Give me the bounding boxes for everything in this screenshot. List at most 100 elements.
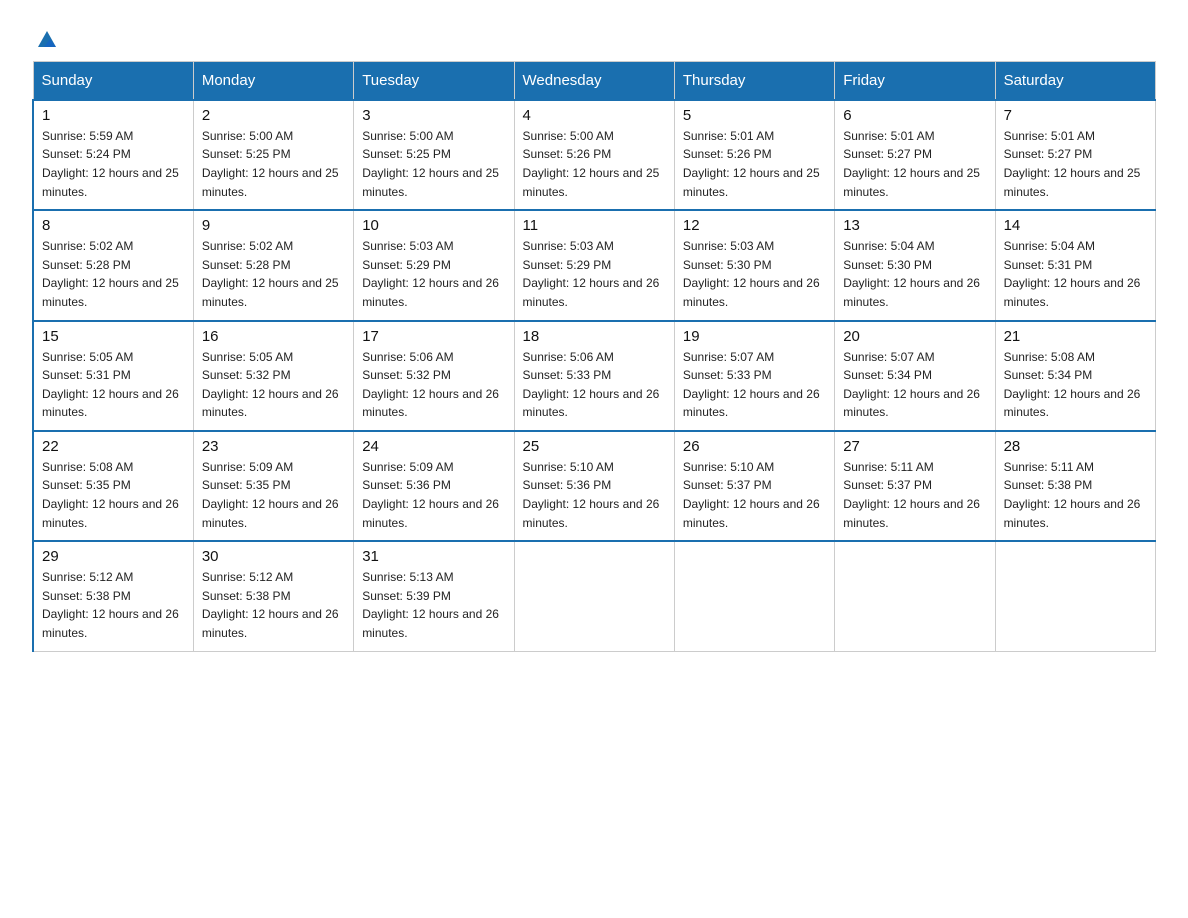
calendar-cell: 25Sunrise: 5:10 AMSunset: 5:36 PMDayligh… (514, 431, 674, 541)
day-info: Sunrise: 5:07 AMSunset: 5:34 PMDaylight:… (843, 350, 980, 420)
weekday-header-row: SundayMondayTuesdayWednesdayThursdayFrid… (33, 61, 1156, 100)
day-number: 8 (42, 217, 185, 234)
calendar-cell: 16 Sunrise: 5:05 AMSunset: 5:32 PMDayligh… (193, 321, 353, 431)
day-number: 22 (42, 438, 185, 455)
day-info: Sunrise: 5:03 AMSunset: 5:30 PMDaylight:… (683, 239, 820, 309)
day-number: 16 (202, 328, 345, 345)
calendar-cell: 13 Sunrise: 5:04 AMSunset: 5:30 PMDayligh… (835, 210, 995, 320)
day-number: 28 (1004, 438, 1147, 455)
calendar-cell: 14 Sunrise: 5:04 AMSunset: 5:31 PMDayligh… (995, 210, 1155, 320)
day-number: 23 (202, 438, 345, 455)
calendar-cell: 19 Sunrise: 5:07 AMSunset: 5:33 PMDayligh… (674, 321, 834, 431)
calendar-cell: 17Sunrise: 5:06 AMSunset: 5:32 PMDayligh… (354, 321, 514, 431)
calendar-cell: 28 Sunrise: 5:11 AMSunset: 5:38 PMDayligh… (995, 431, 1155, 541)
day-info: Sunrise: 5:59 AMSunset: 5:24 PMDaylight:… (42, 129, 179, 199)
calendar-cell: 30 Sunrise: 5:12 AMSunset: 5:38 PMDayligh… (193, 541, 353, 651)
day-info: Sunrise: 5:06 AMSunset: 5:32 PMDaylight:… (362, 350, 499, 420)
day-info: Sunrise: 5:00 AMSunset: 5:25 PMDaylight:… (362, 129, 499, 199)
day-number: 14 (1004, 217, 1147, 234)
day-info: Sunrise: 5:08 AMSunset: 5:34 PMDaylight:… (1004, 350, 1141, 420)
page-header (32, 24, 1156, 51)
calendar-cell: 6 Sunrise: 5:01 AMSunset: 5:27 PMDaylight… (835, 100, 995, 210)
weekday-header-thursday: Thursday (674, 61, 834, 100)
weekday-header-sunday: Sunday (33, 61, 193, 100)
calendar-cell: 18Sunrise: 5:06 AMSunset: 5:33 PMDayligh… (514, 321, 674, 431)
day-info: Sunrise: 5:05 AMSunset: 5:31 PMDaylight:… (42, 350, 179, 420)
week-row-5: 29 Sunrise: 5:12 AMSunset: 5:38 PMDayligh… (33, 541, 1156, 651)
day-info: Sunrise: 5:03 AMSunset: 5:29 PMDaylight:… (523, 239, 660, 309)
day-info: Sunrise: 5:08 AMSunset: 5:35 PMDaylight:… (42, 460, 179, 530)
day-number: 13 (843, 217, 986, 234)
calendar-cell: 9 Sunrise: 5:02 AMSunset: 5:28 PMDaylight… (193, 210, 353, 320)
day-number: 29 (42, 548, 185, 565)
week-row-1: 1 Sunrise: 5:59 AMSunset: 5:24 PMDaylight… (33, 100, 1156, 210)
week-row-2: 8 Sunrise: 5:02 AMSunset: 5:28 PMDaylight… (33, 210, 1156, 320)
calendar-cell (514, 541, 674, 651)
day-info: Sunrise: 5:01 AMSunset: 5:27 PMDaylight:… (1004, 129, 1141, 199)
calendar-cell: 5 Sunrise: 5:01 AMSunset: 5:26 PMDaylight… (674, 100, 834, 210)
weekday-header-wednesday: Wednesday (514, 61, 674, 100)
calendar-cell: 3 Sunrise: 5:00 AMSunset: 5:25 PMDaylight… (354, 100, 514, 210)
day-number: 7 (1004, 107, 1147, 124)
day-info: Sunrise: 5:04 AMSunset: 5:31 PMDaylight:… (1004, 239, 1141, 309)
day-number: 31 (362, 548, 505, 565)
day-info: Sunrise: 5:12 AMSunset: 5:38 PMDaylight:… (42, 570, 179, 640)
day-info: Sunrise: 5:04 AMSunset: 5:30 PMDaylight:… (843, 239, 980, 309)
calendar-cell (995, 541, 1155, 651)
day-info: Sunrise: 5:13 AMSunset: 5:39 PMDaylight:… (362, 570, 499, 640)
day-number: 4 (523, 107, 666, 124)
weekday-header-saturday: Saturday (995, 61, 1155, 100)
calendar-cell: 10Sunrise: 5:03 AMSunset: 5:29 PMDayligh… (354, 210, 514, 320)
day-number: 30 (202, 548, 345, 565)
day-number: 15 (42, 328, 185, 345)
calendar-cell: 20 Sunrise: 5:07 AMSunset: 5:34 PMDayligh… (835, 321, 995, 431)
calendar-cell (674, 541, 834, 651)
day-info: Sunrise: 5:11 AMSunset: 5:37 PMDaylight:… (843, 460, 980, 530)
day-info: Sunrise: 5:10 AMSunset: 5:36 PMDaylight:… (523, 460, 660, 530)
day-number: 10 (362, 217, 505, 234)
weekday-header-tuesday: Tuesday (354, 61, 514, 100)
calendar-cell: 31 Sunrise: 5:13 AMSunset: 5:39 PMDayligh… (354, 541, 514, 651)
calendar-cell: 7 Sunrise: 5:01 AMSunset: 5:27 PMDaylight… (995, 100, 1155, 210)
day-number: 19 (683, 328, 826, 345)
day-number: 5 (683, 107, 826, 124)
day-number: 3 (362, 107, 505, 124)
weekday-header-friday: Friday (835, 61, 995, 100)
calendar-cell: 29 Sunrise: 5:12 AMSunset: 5:38 PMDayligh… (33, 541, 193, 651)
day-number: 1 (42, 107, 185, 124)
day-info: Sunrise: 5:02 AMSunset: 5:28 PMDaylight:… (42, 239, 179, 309)
calendar-cell: 11 Sunrise: 5:03 AMSunset: 5:29 PMDayligh… (514, 210, 674, 320)
day-info: Sunrise: 5:07 AMSunset: 5:33 PMDaylight:… (683, 350, 820, 420)
day-number: 6 (843, 107, 986, 124)
calendar-cell: 12 Sunrise: 5:03 AMSunset: 5:30 PMDayligh… (674, 210, 834, 320)
calendar-cell: 15 Sunrise: 5:05 AMSunset: 5:31 PMDayligh… (33, 321, 193, 431)
calendar-cell: 1 Sunrise: 5:59 AMSunset: 5:24 PMDaylight… (33, 100, 193, 210)
day-info: Sunrise: 5:09 AMSunset: 5:35 PMDaylight:… (202, 460, 339, 530)
day-info: Sunrise: 5:00 AMSunset: 5:25 PMDaylight:… (202, 129, 339, 199)
day-number: 11 (523, 217, 666, 234)
day-number: 18 (523, 328, 666, 345)
calendar-table: SundayMondayTuesdayWednesdayThursdayFrid… (32, 61, 1156, 652)
day-info: Sunrise: 5:00 AMSunset: 5:26 PMDaylight:… (523, 129, 660, 199)
calendar-cell: 24Sunrise: 5:09 AMSunset: 5:36 PMDayligh… (354, 431, 514, 541)
week-row-4: 22 Sunrise: 5:08 AMSunset: 5:35 PMDayligh… (33, 431, 1156, 541)
logo (32, 24, 58, 51)
day-number: 20 (843, 328, 986, 345)
day-info: Sunrise: 5:01 AMSunset: 5:26 PMDaylight:… (683, 129, 820, 199)
calendar-cell: 21 Sunrise: 5:08 AMSunset: 5:34 PMDayligh… (995, 321, 1155, 431)
calendar-cell: 22 Sunrise: 5:08 AMSunset: 5:35 PMDayligh… (33, 431, 193, 541)
day-info: Sunrise: 5:12 AMSunset: 5:38 PMDaylight:… (202, 570, 339, 640)
calendar-cell: 4 Sunrise: 5:00 AMSunset: 5:26 PMDaylight… (514, 100, 674, 210)
day-number: 21 (1004, 328, 1147, 345)
day-number: 12 (683, 217, 826, 234)
day-number: 27 (843, 438, 986, 455)
day-info: Sunrise: 5:01 AMSunset: 5:27 PMDaylight:… (843, 129, 980, 199)
day-number: 2 (202, 107, 345, 124)
day-number: 9 (202, 217, 345, 234)
calendar-cell: 2 Sunrise: 5:00 AMSunset: 5:25 PMDaylight… (193, 100, 353, 210)
day-info: Sunrise: 5:02 AMSunset: 5:28 PMDaylight:… (202, 239, 339, 309)
day-info: Sunrise: 5:11 AMSunset: 5:38 PMDaylight:… (1004, 460, 1141, 530)
calendar-cell: 23 Sunrise: 5:09 AMSunset: 5:35 PMDayligh… (193, 431, 353, 541)
day-info: Sunrise: 5:05 AMSunset: 5:32 PMDaylight:… (202, 350, 339, 420)
week-row-3: 15 Sunrise: 5:05 AMSunset: 5:31 PMDayligh… (33, 321, 1156, 431)
